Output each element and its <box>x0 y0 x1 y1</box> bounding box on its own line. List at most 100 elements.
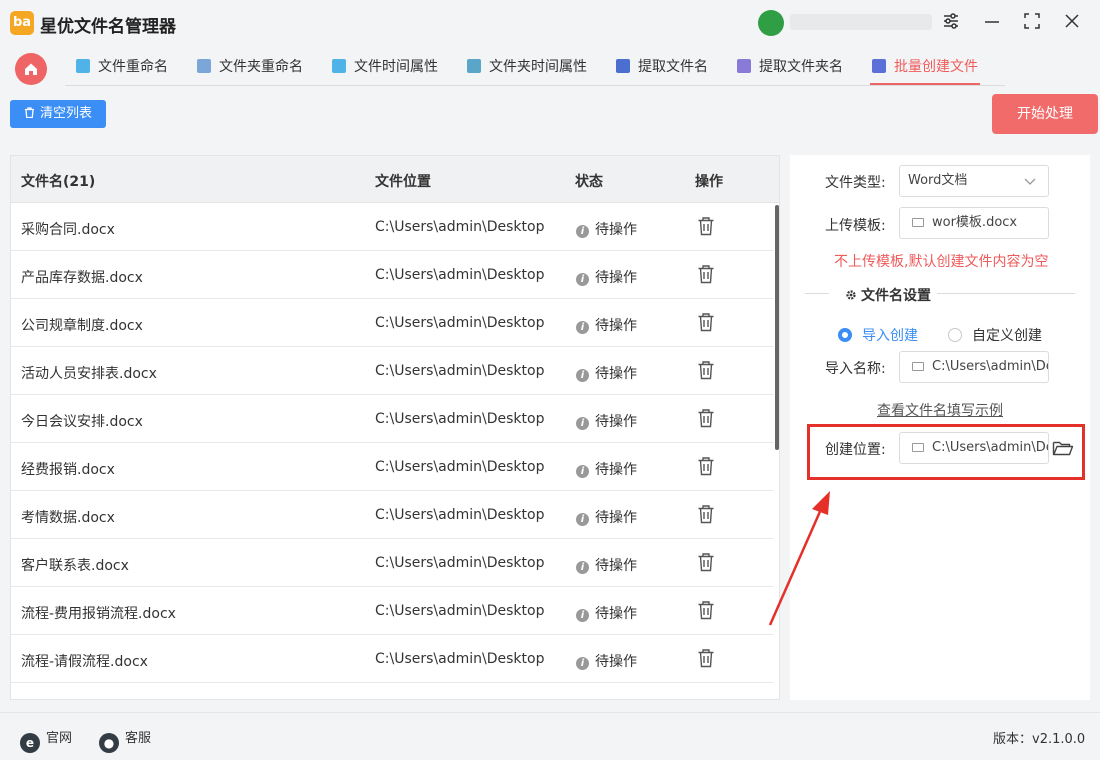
column-header-actions: 操作 <box>695 174 723 190</box>
settings-icon[interactable] <box>940 12 962 34</box>
customer-service-link[interactable]: ● 客服 <box>99 727 151 753</box>
file-type-label: 文件类型: <box>825 175 886 191</box>
file-name-cell: 活动人员安排表.docx <box>21 366 157 382</box>
file-location-cell: C:\Users\admin\Desktop <box>375 603 545 619</box>
close-icon[interactable] <box>1061 12 1083 34</box>
table-row[interactable]: 流程-费用报销流程.docx C:\Users\admin\Desktop i 待操作 <box>11 587 773 635</box>
table-row[interactable]: 客户联系表.docx C:\Users\admin\Desktop i 待操作 <box>11 539 773 587</box>
info-icon: i <box>576 321 589 334</box>
delete-row-icon[interactable] <box>697 360 715 384</box>
status-cell: i 待操作 <box>576 507 637 527</box>
delete-row-icon[interactable] <box>697 552 715 576</box>
table-row[interactable]: 产品库存数据.docx C:\Users\admin\Desktop i 待操作 <box>11 251 773 299</box>
tab-folder-time[interactable]: 文件夹时间属性 <box>467 56 587 78</box>
file-location-cell: C:\Users\admin\Desktop <box>375 219 545 235</box>
folder-icon <box>912 218 924 227</box>
info-icon: i <box>576 561 589 574</box>
status-cell: i 待操作 <box>576 315 637 335</box>
table-row[interactable]: 公司规章制度.docx C:\Users\admin\Desktop i 待操作 <box>11 299 773 347</box>
file-name-cell: 今日会议安排.docx <box>21 414 143 430</box>
file-table: 文件名(21) 文件位置 状态 操作 采购合同.docx C:\Users\adm… <box>10 155 780 700</box>
delete-row-icon[interactable] <box>697 600 715 624</box>
table-header: 文件名(21) 文件位置 状态 操作 <box>11 156 779 203</box>
radio-import-create[interactable]: 导入创建 <box>838 325 918 345</box>
folder-rename-icon <box>197 59 211 73</box>
file-location-cell: C:\Users\admin\Desktop <box>375 459 545 475</box>
status-cell: i 待操作 <box>576 603 637 623</box>
delete-row-icon[interactable] <box>697 504 715 528</box>
radio-custom-create[interactable]: 自定义创建 <box>948 325 1042 345</box>
file-name-cell: 公司规章制度.docx <box>21 318 143 334</box>
template-label: 上传模板: <box>825 218 886 234</box>
rename-icon <box>76 59 90 73</box>
delete-row-icon[interactable] <box>697 216 715 240</box>
title-bar: ba 星优文件名管理器 <box>0 0 1100 46</box>
clear-list-button[interactable]: 清空列表 <box>10 100 106 128</box>
chat-icon: ● <box>99 733 119 753</box>
info-icon: i <box>576 273 589 286</box>
extract-filename-icon <box>616 59 630 73</box>
file-name-cell: 考情数据.docx <box>21 510 115 526</box>
table-row[interactable]: 活动人员安排表.docx C:\Users\admin\Desktop i 待操作 <box>11 347 773 395</box>
file-location-cell: C:\Users\admin\Desktop <box>375 411 545 427</box>
status-cell: i 待操作 <box>576 267 637 287</box>
file-location-cell: C:\Users\admin\Desktop <box>375 507 545 523</box>
website-link[interactable]: e 官网 <box>20 727 72 753</box>
home-button[interactable] <box>15 53 47 85</box>
tab-extract-foldername[interactable]: 提取文件夹名 <box>737 56 843 78</box>
table-row[interactable]: 今日会议安排.docx C:\Users\admin\Desktop i 待操作 <box>11 395 773 443</box>
section-title: 文件名设置 <box>845 285 931 305</box>
delete-row-icon[interactable] <box>697 408 715 432</box>
tab-batch-create[interactable]: 批量创建文件 <box>872 56 978 78</box>
minimize-icon[interactable] <box>981 12 1003 34</box>
chevron-down-icon <box>1024 178 1036 185</box>
version-label: 版本：v2.1.0.0 <box>993 732 1086 747</box>
template-file-field[interactable]: wor模板.docx <box>899 207 1049 239</box>
table-row[interactable]: 流程-请假流程.docx C:\Users\admin\Desktop i 待操作 <box>11 635 773 683</box>
tab-file-rename[interactable]: 文件重命名 <box>76 56 168 78</box>
file-name-cell: 经费报销.docx <box>21 462 115 478</box>
info-icon: i <box>576 609 589 622</box>
annotation-arrow <box>768 491 830 626</box>
status-cell: i 待操作 <box>576 651 637 671</box>
table-row[interactable]: 采购合同.docx C:\Users\admin\Desktop i 待操作 <box>11 203 773 251</box>
radio-dot-selected <box>838 328 852 342</box>
gear-icon <box>846 290 856 300</box>
table-scrollbar[interactable] <box>775 205 779 450</box>
file-type-select[interactable]: Word文档 <box>899 165 1049 197</box>
tab-bar: 文件重命名 文件夹重命名 文件时间属性 文件夹时间属性 提取文件名 提取文件夹名… <box>0 46 1100 86</box>
maximize-icon[interactable] <box>1021 12 1043 34</box>
footer: e 官网 ● 客服 版本：v2.1.0.0 <box>0 712 1100 760</box>
file-name-cell: 流程-费用报销流程.docx <box>21 606 176 622</box>
tab-extract-filename[interactable]: 提取文件名 <box>616 56 708 78</box>
file-location-cell: C:\Users\admin\Desktop <box>375 267 545 283</box>
import-name-label: 导入名称: <box>825 361 886 377</box>
info-icon: i <box>576 225 589 238</box>
status-cell: i 待操作 <box>576 411 637 431</box>
file-name-cell: 采购合同.docx <box>21 222 115 238</box>
delete-row-icon[interactable] <box>697 312 715 336</box>
tab-file-time[interactable]: 文件时间属性 <box>332 56 438 78</box>
file-time-icon <box>332 59 346 73</box>
column-header-name[interactable]: 文件名(21) <box>21 171 95 191</box>
delete-row-icon[interactable] <box>697 456 715 480</box>
start-process-button[interactable]: 开始处理 <box>992 94 1098 134</box>
table-row[interactable]: 经费报销.docx C:\Users\admin\Desktop i 待操作 <box>11 443 773 491</box>
delete-row-icon[interactable] <box>697 264 715 288</box>
info-icon: i <box>576 513 589 526</box>
import-name-field[interactable]: C:\Users\admin\De <box>899 351 1049 383</box>
status-cell: i 待操作 <box>576 459 637 479</box>
column-header-location[interactable]: 文件位置 <box>375 171 431 191</box>
table-row[interactable]: 考情数据.docx C:\Users\admin\Desktop i 待操作 <box>11 491 773 539</box>
column-header-status[interactable]: 状态 <box>575 171 603 191</box>
info-icon: i <box>576 369 589 382</box>
file-location-cell: C:\Users\admin\Desktop <box>375 315 545 331</box>
user-avatar[interactable] <box>758 10 784 36</box>
tab-folder-rename[interactable]: 文件夹重命名 <box>197 56 303 78</box>
tabs-divider <box>65 85 1005 86</box>
delete-row-icon[interactable] <box>697 648 715 672</box>
user-name-blurred[interactable] <box>790 14 932 30</box>
file-name-cell: 流程-请假流程.docx <box>21 654 148 670</box>
app-title: 星优文件名管理器 <box>40 17 176 37</box>
filename-example-link[interactable]: 查看文件名填写示例 <box>877 400 1003 420</box>
